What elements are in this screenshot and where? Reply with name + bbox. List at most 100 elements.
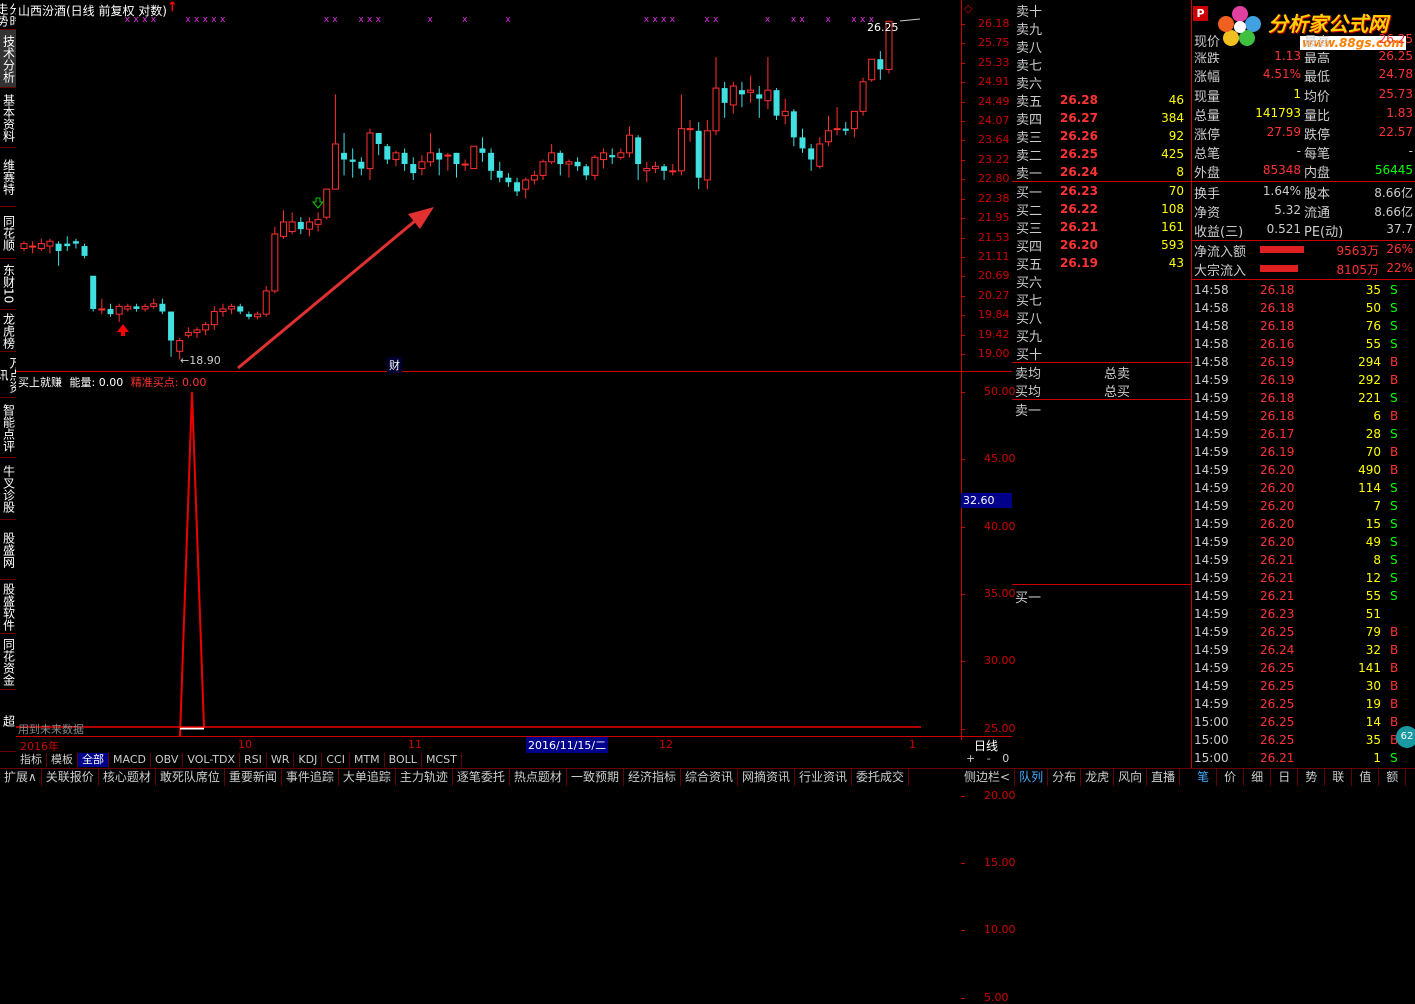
panel-tab-11[interactable]: 联: [1325, 769, 1353, 786]
buy-level-row[interactable]: 买七: [1014, 290, 1190, 309]
left-tab-9[interactable]: 牛叉诊股: [0, 458, 16, 520]
sell-level-row[interactable]: 卖五 26.28 46: [1014, 91, 1190, 110]
info-tab-0[interactable]: 扩展∧: [0, 769, 42, 786]
left-tab-6[interactable]: 龙虎榜: [0, 310, 16, 352]
left-tab-1[interactable]: 技术分析: [0, 30, 16, 88]
trade-row: 14:58 26.18 76 S: [1192, 317, 1415, 335]
info-tab-4[interactable]: 重要新闻: [225, 769, 282, 786]
info-tab-8[interactable]: 逐笔委托: [453, 769, 510, 786]
panel-tab-8[interactable]: 细: [1244, 769, 1272, 786]
buy-level-label: 买一: [1016, 186, 1043, 201]
left-tab-8[interactable]: 智能点评: [0, 398, 16, 458]
info-tab-14[interactable]: 行业资讯: [795, 769, 853, 786]
indicator-tab-5[interactable]: VOL-TDX: [183, 753, 240, 767]
info-tab-9[interactable]: 热点题材: [510, 769, 567, 786]
buy-level-row[interactable]: 买一 26.23 70: [1014, 182, 1190, 201]
sell-level-row[interactable]: 卖十: [1014, 1, 1190, 20]
indicator-tab-6[interactable]: RSI: [240, 753, 267, 767]
info-tab-6[interactable]: 大单追踪: [339, 769, 396, 786]
zoom-in-button[interactable]: +: [966, 752, 975, 765]
price-axis-panel: [961, 0, 1012, 740]
buy-level-row[interactable]: 买六: [1014, 272, 1190, 291]
trade-volume: 292: [1358, 373, 1381, 387]
quote-label: 外盘: [1194, 166, 1221, 181]
info-tab-5[interactable]: 事件追踪: [282, 769, 339, 786]
buy-level-row[interactable]: 买四 26.20 593: [1014, 236, 1190, 255]
left-tab-13[interactable]: 超: [0, 690, 16, 752]
trade-time: 14:59: [1194, 643, 1229, 657]
panel-tab-13[interactable]: 额: [1379, 769, 1407, 786]
sell-level-row[interactable]: 卖七: [1014, 55, 1190, 74]
left-tab-10[interactable]: 股盛网: [0, 520, 16, 580]
left-tab-7[interactable]: 万点资讯: [0, 352, 16, 398]
buy-level-row[interactable]: 买五 26.19 43: [1014, 254, 1190, 273]
zoom-out-button[interactable]: -: [987, 752, 991, 765]
indicator-tab-10[interactable]: MTM: [350, 753, 385, 767]
info-tab-10[interactable]: 一致预期: [567, 769, 624, 786]
trade-volume: 32: [1365, 643, 1381, 657]
left-tab-3[interactable]: 维赛特: [0, 148, 16, 207]
candle-body: [868, 58, 876, 81]
sell-level-row[interactable]: 卖三 26.26 92: [1014, 127, 1190, 146]
zoom-reset-button[interactable]: 0: [1002, 752, 1009, 765]
left-tab-11[interactable]: 股盛软件: [0, 580, 16, 634]
indicator-tab-4[interactable]: OBV: [151, 753, 184, 767]
info-tab-1[interactable]: 关联报价: [42, 769, 99, 786]
left-tab-4[interactable]: 同花顺: [0, 207, 16, 259]
sell-level-price: 26.26: [1060, 129, 1098, 143]
panel-tab-0[interactable]: 侧边栏<: [960, 769, 1016, 786]
indicator-tab-9[interactable]: CCI: [322, 753, 350, 767]
info-tab-11[interactable]: 经济指标: [624, 769, 681, 786]
sell-level-row[interactable]: 卖二 26.25 425: [1014, 145, 1190, 164]
panel-tab-4[interactable]: 风向: [1114, 769, 1148, 786]
info-tab-13[interactable]: 网摘资讯: [738, 769, 795, 786]
sell-level-label: 卖十: [1016, 5, 1043, 20]
x-mark: x: [652, 15, 658, 25]
caibao-marker[interactable]: 财: [387, 357, 402, 373]
panel-tab-6[interactable]: 笔: [1190, 769, 1218, 786]
indicator-tab-0[interactable]: 指标: [16, 753, 47, 767]
panel-tab-12[interactable]: 值: [1352, 769, 1380, 786]
left-tab-5[interactable]: 东财10: [0, 259, 16, 310]
indicator-tab-11[interactable]: BOLL: [385, 753, 422, 767]
fund-value-2: 37.7: [1386, 222, 1413, 236]
trade-row: 14:59 26.19 70 B: [1192, 443, 1415, 461]
indicator-tab-1[interactable]: 模板: [47, 753, 78, 767]
panel-tab-9[interactable]: 日: [1271, 769, 1299, 786]
buy-level-row[interactable]: 买八: [1014, 308, 1190, 327]
buy-level-price: 26.21: [1060, 220, 1098, 234]
panel-tab-10[interactable]: 势: [1298, 769, 1326, 786]
panel-tab-7[interactable]: 价: [1217, 769, 1245, 786]
minimize-diamond-icon[interactable]: ◇: [964, 2, 972, 15]
candle-body: [496, 170, 503, 178]
left-tab-2[interactable]: 基本资料: [0, 88, 16, 148]
info-tab-7[interactable]: 主力轨迹: [396, 769, 453, 786]
panel-tab-1[interactable]: 队列: [1015, 769, 1049, 786]
info-tab-3[interactable]: 敢死队席位: [156, 769, 225, 786]
p-badge-icon[interactable]: P: [1193, 6, 1208, 21]
indicator-tab-2[interactable]: 全部: [78, 753, 109, 767]
sell-level-row[interactable]: 卖四 26.27 384: [1014, 109, 1190, 128]
indicator-tab-3[interactable]: MACD: [109, 753, 151, 767]
panel-tab-3[interactable]: 龙虎: [1081, 769, 1115, 786]
indicator-tab-8[interactable]: KDJ: [294, 753, 323, 767]
panel-tab-5[interactable]: 直播: [1147, 769, 1181, 786]
sell-level-row[interactable]: 卖六: [1014, 73, 1190, 92]
left-tab-0[interactable]: 分时走势: [0, 0, 16, 30]
indicator-tab-12[interactable]: MCST: [422, 753, 462, 767]
info-tab-12[interactable]: 综合资讯: [681, 769, 738, 786]
sell-level-row[interactable]: 卖八: [1014, 37, 1190, 56]
trade-row: 15:00 26.25 35 B: [1192, 731, 1415, 749]
sell-level-row[interactable]: 卖一 26.24 8: [1014, 163, 1190, 182]
panel-tab-2[interactable]: 分布: [1048, 769, 1082, 786]
buy-level-row[interactable]: 买十: [1014, 344, 1190, 363]
sell-level-row[interactable]: 卖九: [1014, 19, 1190, 38]
left-tab-12[interactable]: 同花资金: [0, 634, 16, 690]
buy-level-row[interactable]: 买二 26.22 108: [1014, 200, 1190, 219]
indicator-tab-7[interactable]: WR: [267, 753, 295, 767]
info-tab-15[interactable]: 委托成交: [852, 769, 910, 786]
buy-level-row[interactable]: 买九: [1014, 326, 1190, 345]
buy-level-row[interactable]: 买三 26.21 161: [1014, 218, 1190, 237]
info-tab-2[interactable]: 核心题材: [99, 769, 156, 786]
float-button-icon[interactable]: 62: [1396, 726, 1415, 748]
